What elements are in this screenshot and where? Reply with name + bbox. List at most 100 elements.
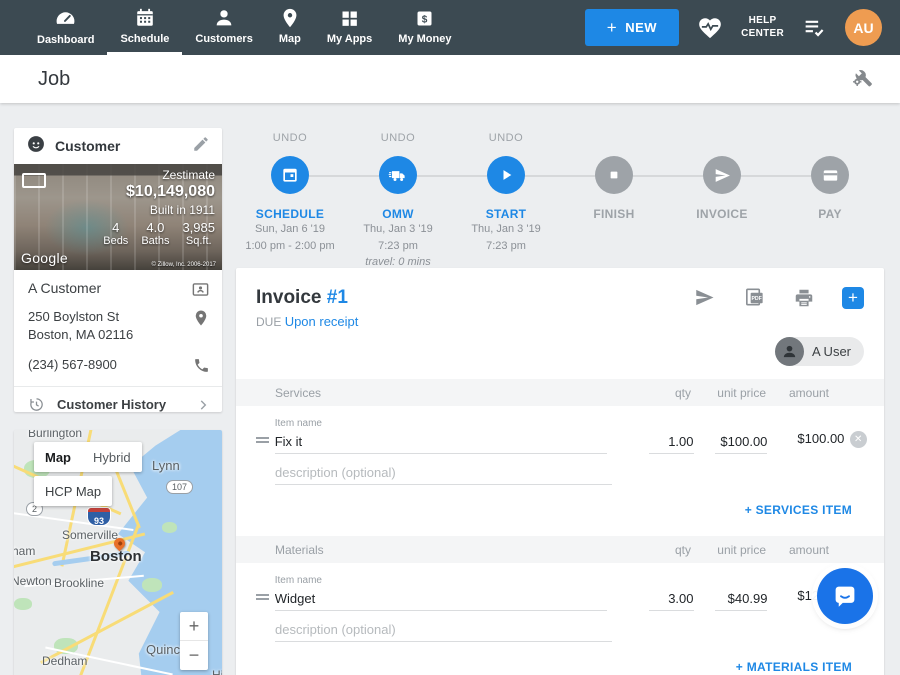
zestimate-label: Zestimate (103, 168, 215, 182)
edit-pencil-icon[interactable] (192, 135, 210, 158)
invoice-step-button[interactable] (703, 156, 741, 194)
job-timeline: UNDO SCHEDULE Sun, Jan 6 '19 1:00 pm - 2… (236, 132, 884, 271)
step-label: INVOICE (696, 207, 747, 221)
zoom-in-button[interactable]: + (180, 612, 208, 641)
step-date: Thu, Jan 3 '19 (471, 221, 540, 238)
section-name: Services (275, 386, 603, 400)
map-label: Dedham (42, 654, 87, 668)
route-107-badge: 107 (166, 480, 193, 494)
add-materials-item-link[interactable]: + MATERIALS ITEM (736, 660, 852, 674)
map-label: Newton (14, 574, 52, 588)
nav-my-apps[interactable]: My Apps (314, 0, 385, 55)
invoice-header: Invoice #1 PDF + DUE Upon receipt (236, 268, 884, 366)
app-window: Dashboard Schedule Customers Map (0, 0, 900, 675)
step-date: Sun, Jan 6 '19 (255, 221, 325, 238)
pdf-icon[interactable]: PDF (743, 286, 766, 309)
map-type-hybrid-button[interactable]: Hybrid (82, 442, 142, 472)
new-button-label: NEW (625, 20, 657, 35)
map-type-map-button[interactable]: Map (34, 442, 82, 472)
omw-step-button[interactable] (379, 156, 417, 194)
add-services-item-link[interactable]: + SERVICES ITEM (745, 503, 852, 517)
unit-price-input[interactable] (715, 432, 767, 454)
job-settings-icon[interactable] (850, 65, 874, 94)
invoice-number[interactable]: #1 (327, 287, 348, 308)
nav-dashboard[interactable]: Dashboard (24, 0, 107, 55)
hcp-map-button[interactable]: HCP Map (34, 476, 112, 506)
customers-icon (213, 7, 235, 29)
user-avatar[interactable]: AU (845, 9, 882, 46)
map-zoom-control: + − (180, 612, 208, 670)
item-name-input[interactable] (275, 589, 607, 611)
help-center-link[interactable]: HELP CENTER (741, 15, 784, 40)
undo-schedule-button[interactable]: UNDO (273, 132, 307, 146)
map-label: Brookline (54, 576, 104, 590)
send-invoice-icon[interactable] (693, 286, 716, 309)
description-input[interactable] (275, 620, 612, 642)
step-time: 1:00 pm - 2:00 pm (245, 238, 334, 255)
stop-icon (605, 166, 623, 184)
sqft-label: Sq.ft. (182, 235, 215, 247)
line-amount: $100.00 (775, 431, 844, 454)
zoom-out-button[interactable]: − (180, 641, 208, 670)
unit-price-input[interactable] (715, 589, 767, 611)
nav-schedule[interactable]: Schedule (107, 0, 182, 55)
sqft-value: 3,985 (182, 220, 215, 235)
heart-pulse-icon[interactable] (697, 15, 723, 41)
beds-value: 4 (103, 220, 128, 235)
truck-icon (388, 165, 409, 186)
customer-address-row: 250 Boylston St Boston, MA 02116 (14, 299, 222, 344)
drag-handle[interactable] (256, 435, 275, 454)
customer-history-button[interactable]: Customer History (14, 386, 222, 423)
location-pin-icon[interactable] (192, 309, 210, 327)
checklist-icon[interactable] (802, 15, 827, 40)
contact-card-icon[interactable] (191, 280, 210, 299)
remove-item-button[interactable]: ✕ (844, 431, 872, 454)
amount-column-header: amount (774, 543, 844, 557)
baths-label: Baths (141, 235, 169, 247)
finish-step-button[interactable] (595, 156, 633, 194)
map-label: Somerville (62, 528, 118, 542)
schedule-icon (134, 7, 156, 29)
timeline-step-omw: UNDO OMW Thu, Jan 3 '19 7:23 pm travel: … (344, 132, 452, 271)
nav-customers[interactable]: Customers (182, 0, 265, 55)
new-button[interactable]: + NEW (585, 9, 679, 46)
drag-handle[interactable] (256, 592, 275, 611)
add-invoice-button[interactable]: + (842, 287, 864, 309)
nav-map[interactable]: Map (266, 0, 314, 55)
chat-bubble-button[interactable] (817, 568, 873, 624)
map-pin-icon (279, 7, 301, 29)
description-input[interactable] (275, 463, 612, 485)
item-name-input[interactable] (275, 432, 607, 454)
qty-input[interactable] (649, 589, 694, 611)
schedule-step-button[interactable] (271, 156, 309, 194)
beds-label: Beds (103, 235, 128, 247)
streetview-frame-icon[interactable] (22, 173, 46, 188)
map-type-control: Map Hybrid (34, 442, 142, 472)
pay-step-button[interactable] (811, 156, 849, 194)
phone-icon[interactable] (193, 357, 210, 374)
qty-input[interactable] (649, 432, 694, 454)
customer-card-header: Customer (14, 128, 222, 164)
undo-start-button[interactable]: UNDO (489, 132, 523, 146)
customer-card-title: Customer (55, 138, 183, 154)
print-icon[interactable] (793, 287, 815, 309)
apps-grid-icon (339, 8, 360, 29)
material-description-row (236, 620, 884, 642)
due-terms-link[interactable]: Upon receipt (285, 314, 359, 329)
qty-column-header: qty (603, 543, 691, 557)
timeline-step-pay: PAY (776, 132, 884, 271)
map-label: Boston (90, 548, 142, 565)
assignee-pill[interactable]: A User (775, 337, 864, 366)
step-time: 7:23 pm (486, 238, 526, 255)
nav-my-money[interactable]: $ My Money (385, 0, 464, 55)
zestimate-value: $10,149,080 (103, 183, 215, 201)
start-step-button[interactable] (487, 156, 525, 194)
services-section-header: Services qty unit price amount (236, 379, 884, 406)
credit-card-icon (821, 166, 840, 185)
play-icon (496, 165, 516, 185)
timeline-step-invoice: INVOICE (668, 132, 776, 271)
invoice-card: Invoice #1 PDF + DUE Upon receipt (236, 268, 884, 675)
item-name-label: Item name (275, 418, 607, 429)
primary-nav: Dashboard Schedule Customers Map (24, 0, 464, 55)
undo-omw-button[interactable]: UNDO (381, 132, 415, 146)
